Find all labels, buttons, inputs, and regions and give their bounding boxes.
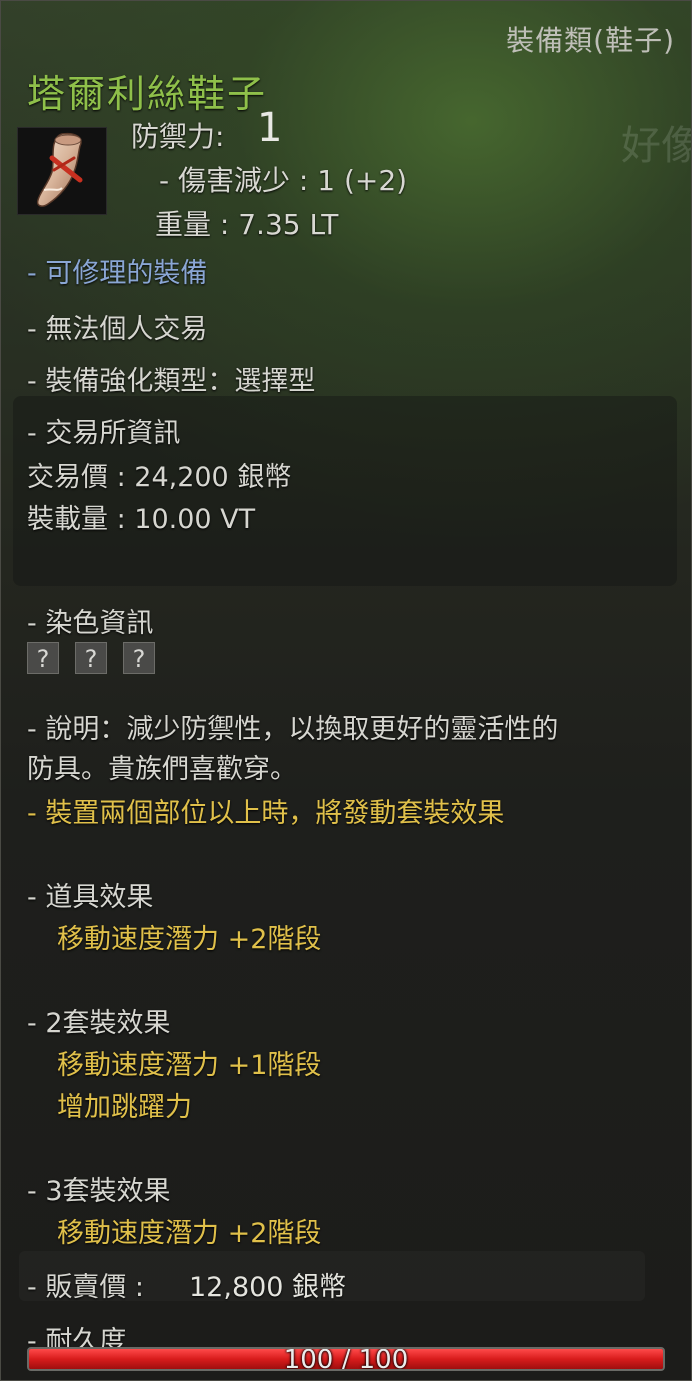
enhance-type: - 裝備強化類型：選擇型	[27, 366, 316, 397]
set2-effect-2: 增加跳躍力	[57, 1092, 192, 1123]
durability-bar: 100 / 100	[27, 1347, 665, 1371]
description-line-2: 防具。貴族們喜歡穿。	[27, 754, 297, 785]
trade-restriction: - 無法個人交易	[27, 314, 208, 345]
defense-label: 防禦力:	[131, 120, 225, 153]
description-line-1: - 說明：減少防禦性，以換取更好的靈活性的	[27, 714, 559, 745]
item-name: 塔爾利絲鞋子	[27, 72, 268, 116]
set3-header: - 3套裝效果	[27, 1176, 171, 1207]
set-notice: - 裝置兩個部位以上時，將發動套裝效果	[27, 798, 505, 829]
sell-label: - 販賣價 :	[27, 1272, 145, 1303]
dye-slot-1[interactable]: ?	[27, 642, 59, 674]
repairable-note: - 可修理的裝備	[27, 258, 208, 289]
damage-reduction: - 傷害減少 : 1 (+2)	[159, 164, 408, 197]
item-tooltip: 裝備類(鞋子) 好像 塔爾利絲鞋子 防禦力: 1 - 傷害減少 : 1 (+2)…	[0, 0, 692, 1381]
item-effect-header: - 道具效果	[27, 882, 154, 913]
background-ghost-text: 好像	[621, 123, 691, 169]
set2-header: - 2套裝效果	[27, 1008, 171, 1039]
dye-slot-2[interactable]: ?	[75, 642, 107, 674]
defense-value: 1	[257, 105, 283, 151]
item-icon-frame	[17, 127, 107, 215]
market-price: 交易價 : 24,200 銀幣	[27, 462, 292, 493]
item-category: 裝備類(鞋子)	[506, 24, 675, 57]
dye-slot-3[interactable]: ?	[123, 642, 155, 674]
market-weight: 裝載量 : 10.00 VT	[27, 504, 256, 535]
item-effect-value: 移動速度潛力 +2階段	[57, 924, 322, 955]
item-weight: 重量 : 7.35 LT	[155, 208, 339, 241]
set2-effect-1: 移動速度潛力 +1階段	[57, 1050, 322, 1081]
set3-effect: 移動速度潛力 +2階段	[57, 1218, 322, 1249]
market-header: - 交易所資訊	[27, 418, 181, 449]
shoe-icon	[36, 132, 83, 207]
sell-value: 12,800 銀幣	[189, 1272, 347, 1303]
dye-header: - 染色資訊	[27, 608, 154, 639]
durability-text: 100 / 100	[283, 1347, 409, 1371]
